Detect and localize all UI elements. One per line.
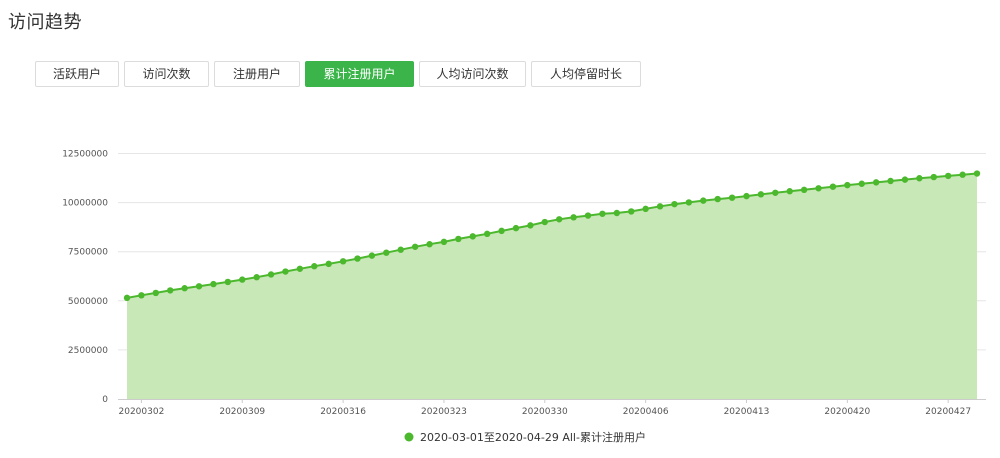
x-tick-label: 20200420 [824, 407, 870, 417]
data-point[interactable] [656, 203, 664, 210]
data-point[interactable] [800, 186, 808, 194]
x-tick-label: 20200309 [219, 407, 265, 417]
data-point[interactable] [411, 243, 419, 250]
data-point[interactable] [325, 260, 332, 268]
data-point[interactable] [253, 274, 260, 281]
data-point[interactable] [498, 227, 505, 235]
data-point[interactable] [930, 173, 937, 181]
data-point[interactable] [685, 199, 693, 206]
data-point[interactable] [397, 246, 404, 253]
x-tick-label: 20200302 [119, 407, 165, 417]
data-point[interactable] [195, 283, 203, 290]
data-point[interactable] [383, 249, 390, 256]
data-point[interactable] [267, 271, 275, 278]
data-point[interactable] [786, 188, 793, 195]
data-point[interactable] [282, 268, 289, 275]
y-tick-label: 7500000 [68, 248, 108, 258]
x-tick-label: 20200323 [421, 407, 467, 417]
data-point[interactable] [541, 218, 548, 226]
data-point[interactable] [167, 287, 174, 294]
data-point[interactable] [440, 238, 448, 246]
y-axis-ticks: 0 2500000 5000000 7500000 10000000 12500000 [62, 150, 108, 406]
data-point[interactable] [757, 191, 765, 198]
data-point[interactable] [527, 222, 534, 229]
y-tick-label: 5000000 [68, 297, 108, 307]
data-point[interactable] [123, 294, 131, 302]
data-point[interactable] [772, 189, 779, 196]
y-tick-label: 12500000 [62, 150, 108, 160]
data-point[interactable] [887, 177, 894, 185]
data-point[interactable] [628, 208, 635, 215]
y-tick-label: 2500000 [68, 346, 108, 356]
data-point[interactable] [973, 170, 981, 177]
trend-chart: 0 2500000 5000000 7500000 10000000 12500000 2… [62, 150, 986, 444]
data-point[interactable] [599, 210, 606, 217]
data-point[interactable] [512, 224, 520, 232]
data-point[interactable] [829, 183, 837, 190]
data-point[interactable] [700, 197, 707, 204]
data-point[interactable] [210, 280, 217, 288]
data-point[interactable] [339, 258, 347, 265]
data-point[interactable] [483, 230, 491, 238]
data-point[interactable] [469, 233, 476, 240]
data-point[interactable] [901, 176, 909, 183]
data-point[interactable] [311, 263, 318, 270]
x-tick-label: 20200316 [320, 407, 366, 417]
data-point[interactable] [944, 172, 952, 180]
data-point[interactable] [239, 276, 246, 283]
data-point[interactable] [181, 285, 188, 292]
data-point[interactable] [455, 235, 462, 243]
data-point[interactable] [368, 252, 376, 259]
x-tick-label: 20200406 [623, 407, 669, 417]
data-point[interactable] [152, 289, 160, 297]
x-tick-label: 20200413 [724, 407, 770, 417]
legend[interactable]: 2020-03-01至2020-04-29 All-累计注册用户 [404, 430, 646, 444]
y-tick-label: 0 [102, 395, 108, 405]
area-fill [127, 173, 977, 399]
data-point[interactable] [556, 216, 563, 223]
data-point[interactable] [728, 194, 736, 201]
data-point[interactable] [858, 180, 865, 187]
y-tick-label: 10000000 [62, 199, 108, 209]
data-point[interactable] [743, 192, 750, 200]
data-point[interactable] [224, 278, 232, 286]
data-point[interactable] [426, 241, 433, 248]
legend-label: 2020-03-01至2020-04-29 All-累计注册用户 [420, 430, 646, 444]
x-tick-label: 20200330 [522, 407, 568, 417]
data-point[interactable] [613, 209, 621, 217]
data-point[interactable] [959, 171, 966, 178]
data-point[interactable] [815, 185, 822, 192]
data-point[interactable] [714, 195, 721, 203]
data-point[interactable] [916, 175, 923, 182]
data-point[interactable] [138, 292, 145, 299]
legend-marker [404, 432, 414, 442]
data-point[interactable] [872, 179, 880, 186]
data-point[interactable] [642, 205, 649, 213]
x-axis-ticks: 20200302 20200309 20200316 20200323 20200330… [119, 399, 971, 417]
x-tick-label: 20200427 [925, 407, 971, 417]
data-point[interactable] [354, 255, 361, 262]
data-point[interactable] [296, 265, 304, 272]
data-point[interactable] [570, 214, 577, 221]
data-point[interactable] [671, 200, 678, 208]
data-point[interactable] [844, 181, 851, 189]
data-point[interactable] [584, 212, 592, 219]
